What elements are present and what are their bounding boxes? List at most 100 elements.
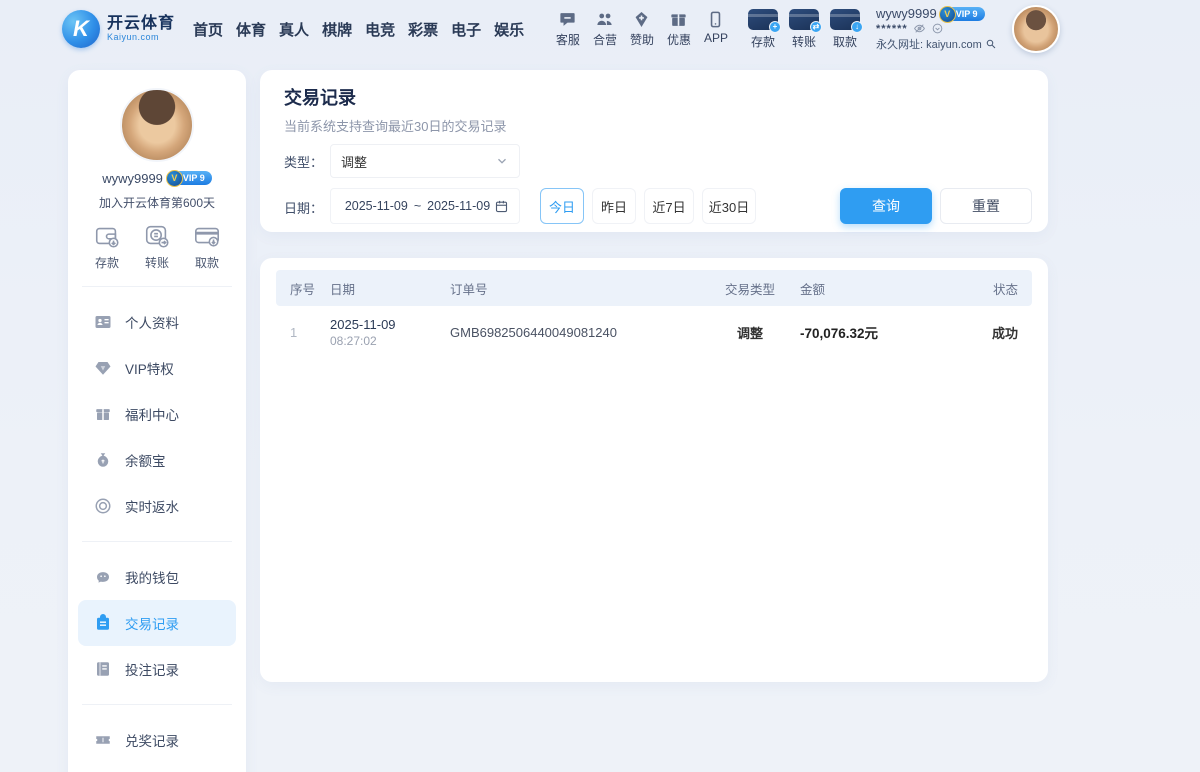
partners-link[interactable]: 合营 (593, 10, 617, 48)
bet-record-icon (94, 660, 112, 678)
sidebar-deposit-button[interactable]: 存款 (93, 222, 121, 276)
nav-item-chess[interactable]: 棋牌 (322, 19, 352, 40)
search-icon[interactable] (985, 38, 997, 50)
sponsor-link[interactable]: 赞助 (630, 10, 654, 48)
transfer-card-icon: ⇄ (789, 9, 819, 30)
sidebar-quick-actions: 存款 转账 取款 (68, 222, 246, 276)
sidebar-item-label: 福利中心 (125, 404, 179, 424)
brand-logo[interactable]: K 开云体育 Kaiyun.com (62, 10, 175, 48)
sidebar-item-transactions[interactable]: 交易记录 (78, 600, 236, 646)
date-separator: ~ (414, 199, 421, 213)
col-order-no: 订单号 (450, 279, 700, 298)
service-link[interactable]: 客服 (556, 10, 580, 48)
gem-icon (94, 359, 112, 377)
promo-label: 优惠 (667, 31, 691, 48)
sidebar-item-rebate[interactable]: 实时返水 (68, 483, 246, 529)
withdraw-label: 取款 (833, 33, 857, 50)
transfer-button[interactable]: ⇄ 转账 (789, 9, 819, 50)
transfer-label: 转账 (792, 33, 816, 50)
sidebar-item-label: 我的钱包 (125, 567, 179, 587)
sponsor-label: 赞助 (630, 31, 654, 48)
app-link[interactable]: APP (704, 10, 728, 48)
nav-item-sports[interactable]: 体育 (236, 19, 266, 40)
sidebar-withdraw-label: 取款 (195, 254, 219, 271)
reset-button[interactable]: 重置 (940, 188, 1032, 224)
transfer-icon (143, 222, 171, 250)
sidebar-item-profile[interactable]: 个人资料 (68, 299, 246, 345)
username: wywy9999 (876, 6, 937, 21)
row-amount: -70,076.32元 (800, 322, 930, 342)
header-quick-links: 客服 合营 赞助 优惠 APP (556, 10, 728, 48)
row-index: 1 (290, 325, 330, 340)
gift-icon (669, 10, 688, 29)
main-nav: 首页 体育 真人 棋牌 电竞 彩票 电子 娱乐 (193, 19, 524, 40)
rebate-coin-icon (94, 497, 112, 515)
sidebar-item-label: VIP特权 (125, 358, 174, 378)
type-select-value: 调整 (341, 152, 495, 171)
sidebar-item-welfare[interactable]: 福利中心 (68, 391, 246, 437)
balance-mask: ****** (876, 23, 908, 35)
records-panel: 序号 日期 订单号 交易类型 金额 状态 1 2025-11-09 08:27:… (260, 258, 1048, 682)
nav-item-lottery[interactable]: 彩票 (408, 19, 438, 40)
username: wywy9999 (102, 171, 163, 186)
transaction-record-icon (94, 614, 112, 632)
withdraw-card-icon: ↓ (830, 9, 860, 30)
avatar[interactable] (1012, 5, 1060, 53)
gift-icon (94, 405, 112, 423)
chat-icon (558, 10, 577, 29)
sidebar-group-misc: 兑奖记录 消息中心 99+ (68, 715, 246, 772)
partners-icon (595, 10, 614, 29)
wallet-icon (93, 222, 121, 250)
brand-logo-icon: K (62, 10, 100, 48)
range-today-button[interactable]: 今日 (540, 188, 584, 224)
sidebar-item-prizes[interactable]: 兑奖记录 (68, 717, 246, 763)
nav-item-live[interactable]: 真人 (279, 19, 309, 40)
divider (82, 704, 232, 705)
col-status: 状态 (930, 279, 1018, 298)
withdraw-button[interactable]: ↓ 取款 (830, 9, 860, 50)
table-row[interactable]: 1 2025-11-09 08:27:02 GMB698250644004908… (276, 306, 1032, 358)
sidebar-item-label: 余额宝 (125, 450, 166, 470)
deposit-button[interactable]: + 存款 (748, 9, 778, 50)
sidebar-transfer-label: 转账 (145, 254, 169, 271)
sidebar-transfer-button[interactable]: 转账 (143, 222, 171, 276)
promo-link[interactable]: 优惠 (667, 10, 691, 48)
search-button[interactable]: 查询 (840, 188, 932, 224)
avatar[interactable] (120, 88, 194, 162)
joined-days: 加入开云体育第600天 (68, 194, 246, 210)
deposit-card-icon: + (748, 9, 778, 30)
money-bag-icon (94, 451, 112, 469)
range-30days-button[interactable]: 近30日 (702, 188, 756, 224)
range-yesterday-button[interactable]: 昨日 (592, 188, 636, 224)
date-end: 2025-11-09 (427, 199, 490, 213)
vip-badge: VIP 9 (169, 171, 212, 185)
nav-item-entertainment[interactable]: 娱乐 (494, 19, 524, 40)
range-7days-button[interactable]: 近7日 (644, 188, 694, 224)
type-label: 类型： (284, 152, 323, 171)
col-index: 序号 (290, 279, 330, 298)
sidebar-item-messages[interactable]: 消息中心 99+ (68, 763, 246, 772)
row-status: 成功 (930, 323, 1018, 342)
header-user-block: wywy9999 VIP 9 ****** 永久网址: kaiyun.com (876, 6, 998, 52)
sidebar-item-wallet[interactable]: 我的钱包 (68, 554, 246, 600)
sidebar-item-vip[interactable]: VIP特权 (68, 345, 246, 391)
diamond-icon (632, 10, 651, 29)
top-header: K 开云体育 Kaiyun.com 首页 体育 真人 棋牌 电竞 彩票 电子 娱… (0, 0, 1200, 58)
sidebar-item-bets[interactable]: 投注记录 (68, 646, 246, 692)
divider (82, 541, 232, 542)
table-header: 序号 日期 订单号 交易类型 金额 状态 (276, 270, 1032, 306)
nav-item-slots[interactable]: 电子 (451, 19, 481, 40)
brand-name: 开云体育 (107, 16, 175, 33)
nav-item-home[interactable]: 首页 (193, 19, 223, 40)
app-label: APP (704, 31, 728, 45)
date-range-input[interactable]: 2025-11-09 ~ 2025-11-09 (330, 188, 520, 224)
sidebar-item-label: 兑奖记录 (125, 730, 179, 750)
refresh-circle-icon[interactable] (931, 22, 944, 35)
type-select[interactable]: 调整 (330, 144, 520, 178)
nav-item-esports[interactable]: 电竞 (365, 19, 395, 40)
sidebar-item-yuebao[interactable]: 余额宝 (68, 437, 246, 483)
filter-panel: 交易记录 当前系统支持查询最近30日的交易记录 类型： 调整 日期： 2025-… (260, 70, 1048, 232)
header-wallet-links: + 存款 ⇄ 转账 ↓ 取款 (748, 9, 860, 50)
eye-off-icon[interactable] (913, 22, 926, 35)
sidebar-withdraw-button[interactable]: 取款 (193, 222, 221, 276)
